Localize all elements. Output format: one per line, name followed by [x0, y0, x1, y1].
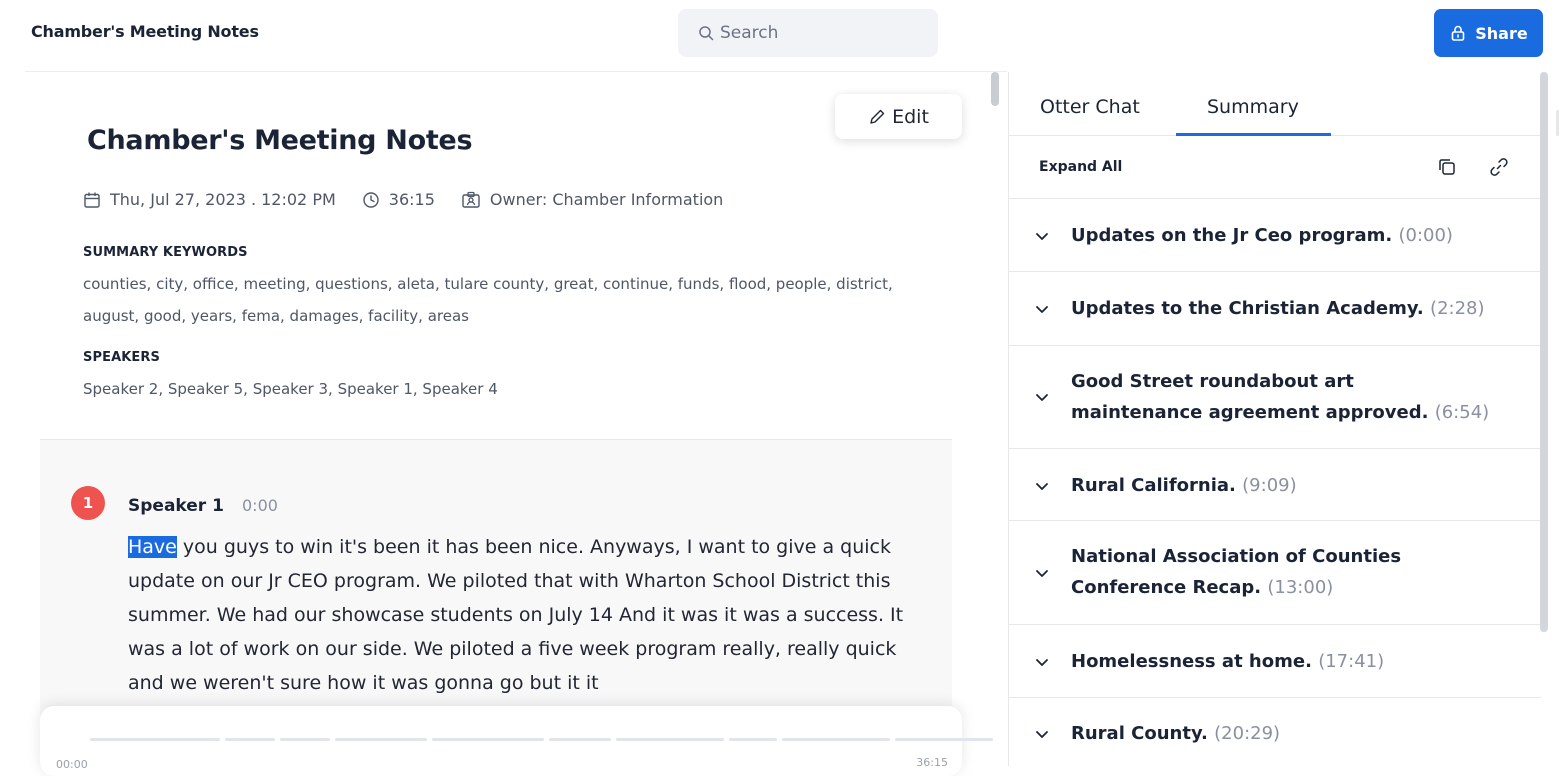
- outline-item-text: Good Street roundabout art maintenance a…: [1071, 366, 1491, 428]
- outline-item[interactable]: Rural California. (9:09): [1009, 449, 1541, 521]
- calendar-icon: [84, 192, 100, 208]
- app-title: Chamber's Meeting Notes: [31, 22, 259, 41]
- summary-toolbar: Expand All: [1009, 137, 1541, 199]
- edit-button[interactable]: Edit: [835, 94, 962, 139]
- transcript-paragraph[interactable]: Have you guys to win it's been it has be…: [128, 530, 928, 700]
- player-start-time: 00:00: [56, 758, 88, 771]
- summary-scrollbar[interactable]: [1540, 72, 1548, 632]
- outline-item-time[interactable]: (17:41): [1318, 651, 1384, 672]
- highlighted-word[interactable]: Have: [128, 536, 177, 558]
- outline-item[interactable]: Homelessness at home. (17:41): [1009, 625, 1541, 698]
- edit-label: Edit: [892, 105, 929, 128]
- keywords-heading: SUMMARY KEYWORDS: [83, 245, 248, 260]
- link-icon[interactable]: [1487, 155, 1511, 179]
- chevron-down-icon[interactable]: [1033, 477, 1051, 495]
- owner-badge-icon: [462, 191, 480, 208]
- transcript-text: you guys to win it's been it has been ni…: [128, 536, 904, 694]
- share-label: Share: [1475, 23, 1528, 43]
- outline-item-text: National Association of Counties Confere…: [1071, 541, 1521, 603]
- panel-tabs: Otter Chat Summary: [1009, 72, 1541, 136]
- speakers-text: Speaker 2, Speaker 5, Speaker 3, Speaker…: [83, 380, 498, 398]
- outline-item-text: Rural California. (9:09): [1071, 470, 1521, 501]
- outline-item[interactable]: Rural County. (20:29): [1009, 698, 1541, 766]
- chevron-down-icon[interactable]: [1033, 388, 1051, 406]
- outline-item[interactable]: Updates to the Christian Academy. (2:28): [1009, 272, 1541, 346]
- speaker-timestamp[interactable]: 0:00: [242, 496, 278, 515]
- outline-item-time[interactable]: (13:00): [1267, 577, 1333, 598]
- player-end-time: 36:15: [916, 756, 948, 769]
- tab-summary[interactable]: Summary: [1207, 96, 1299, 118]
- outline-item-title: Rural County.: [1071, 723, 1208, 744]
- search-placeholder: Search: [720, 23, 779, 43]
- meta-duration: 36:15: [362, 190, 435, 209]
- copy-icon[interactable]: [1435, 155, 1459, 179]
- chevron-down-icon[interactable]: [1033, 300, 1051, 318]
- speaker-avatar: 1: [71, 486, 105, 520]
- outline-item-title: Good Street roundabout art maintenance a…: [1071, 371, 1429, 423]
- chevron-down-icon[interactable]: [1033, 227, 1051, 245]
- document-scrollbar[interactable]: [991, 72, 999, 106]
- meta-row: Thu, Jul 27, 2023 . 12:02 PM 36:15 Owner…: [83, 190, 749, 209]
- outline-item-text: Homelessness at home. (17:41): [1071, 646, 1521, 677]
- outline-item-text: Updates to the Christian Academy. (2:28): [1071, 293, 1521, 324]
- outline-item-title: Homelessness at home.: [1071, 651, 1312, 672]
- outline-item[interactable]: Updates on the Jr Ceo program. (0:00): [1009, 200, 1541, 272]
- speakers-heading: SPEAKERS: [83, 350, 160, 365]
- outline-item-title: National Association of Counties Confere…: [1071, 546, 1402, 598]
- search-icon: [699, 26, 714, 41]
- meta-owner: Owner: Chamber Information: [461, 190, 723, 209]
- keywords-text: counties, city, office, meeting, questio…: [83, 275, 893, 325]
- panel-edge-handle: [1556, 110, 1559, 136]
- tab-otter-chat[interactable]: Otter Chat: [1040, 96, 1140, 118]
- pencil-icon: [870, 109, 885, 124]
- playback-track[interactable]: [90, 738, 993, 741]
- outline-item-time[interactable]: (20:29): [1214, 723, 1280, 744]
- meta-date: Thu, Jul 27, 2023 . 12:02 PM: [83, 190, 336, 209]
- outline-item[interactable]: National Association of Counties Confere…: [1009, 521, 1541, 625]
- outline-item-title: Rural California.: [1071, 475, 1236, 496]
- top-bar: Chamber's Meeting Notes Search Share: [0, 0, 1563, 70]
- page-title: Chamber's Meeting Notes: [87, 125, 473, 156]
- summary-panel: Otter Chat Summary Expand All Updates on…: [1008, 72, 1541, 766]
- chevron-down-icon[interactable]: [1033, 653, 1051, 671]
- outline-item-time[interactable]: (9:09): [1242, 475, 1296, 496]
- search-box[interactable]: Search: [678, 9, 938, 57]
- speaker-name[interactable]: Speaker 1: [128, 496, 224, 516]
- chevron-down-icon[interactable]: [1033, 725, 1051, 743]
- outline-item-title: Updates to the Christian Academy.: [1071, 298, 1424, 319]
- outline-item-time[interactable]: (6:54): [1435, 402, 1489, 423]
- outline-item-text: Rural County. (20:29): [1071, 718, 1521, 749]
- outline-item-time[interactable]: (2:28): [1430, 298, 1484, 319]
- active-tab-indicator: [1176, 133, 1331, 136]
- outline-item-time[interactable]: (0:00): [1398, 225, 1452, 246]
- meta-owner-text: Owner: Chamber Information: [489, 190, 724, 209]
- expand-all-button[interactable]: Expand All: [1039, 159, 1122, 175]
- meta-duration-text: 36:15: [388, 190, 435, 209]
- clock-icon: [363, 191, 379, 208]
- chevron-down-icon[interactable]: [1033, 564, 1051, 582]
- outline-item-title: Updates on the Jr Ceo program.: [1071, 225, 1393, 246]
- meta-date-text: Thu, Jul 27, 2023 . 12:02 PM: [110, 190, 336, 209]
- outline-item-text: Updates on the Jr Ceo program. (0:00): [1071, 220, 1521, 251]
- share-button[interactable]: Share: [1434, 9, 1543, 57]
- outline-item[interactable]: Good Street roundabout art maintenance a…: [1009, 346, 1541, 449]
- lock-icon: [1451, 25, 1465, 41]
